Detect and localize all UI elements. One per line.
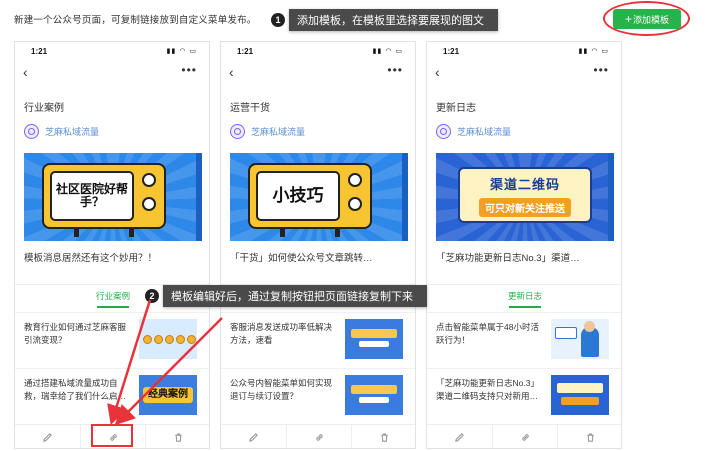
account-row: 芝麻私域流量 <box>436 122 511 140</box>
banner-text: 小技巧 <box>256 171 340 221</box>
account-avatar-icon <box>230 123 245 139</box>
card-actions <box>221 424 415 448</box>
more-icon[interactable]: ••• <box>181 63 197 77</box>
template-card-operations[interactable]: 1:21 ▮▮ ◠ ▭ ‹ ••• 运营干货 芝麻私域流量 小技巧 「干货」如何… <box>220 41 416 449</box>
list-item-thumbnail <box>551 375 609 415</box>
tab-underline <box>509 306 541 308</box>
phone-nav-bar: ‹ ••• <box>221 62 415 84</box>
pencil-icon <box>42 433 52 442</box>
account-name: 芝麻私域流量 <box>251 126 306 137</box>
list-item-thumbnail <box>345 375 403 415</box>
list-item-thumbnail <box>139 319 197 359</box>
list-item-thumbnail <box>345 319 403 359</box>
list-item[interactable]: 教育行业如何通过芝麻客服引流变现？ <box>15 312 209 368</box>
tv-illustration: 社区医院好帮手？ <box>42 163 166 237</box>
page-title: 运营干货 <box>230 103 270 114</box>
list-item-thumbnail: 经典案例 <box>139 375 197 415</box>
template-card-changelog[interactable]: 1:21 ▮▮ ◠ ▭ ‹ ••• 更新日志 芝麻私域流量 渠道二维码 可只对新… <box>426 41 622 449</box>
article-banner[interactable]: 小技巧 <box>230 153 408 241</box>
next-banner-peek <box>196 153 202 241</box>
tv-illustration: 小技巧 <box>248 163 372 237</box>
list-item-text: 客服消息发送成功率低解决方法，速看 <box>230 322 333 345</box>
phone-status-bar: 1:21 ▮▮ ◠ ▭ <box>15 42 209 60</box>
phone-status-bar: 1:21 ▮▮ ◠ ▭ <box>427 42 621 60</box>
status-time: 1:21 <box>443 47 460 56</box>
delete-button[interactable] <box>558 425 621 448</box>
delete-button[interactable] <box>352 425 415 448</box>
more-icon[interactable]: ••• <box>387 63 403 77</box>
signal-icons: ▮▮ ◠ ▭ <box>578 48 609 55</box>
back-chevron-icon[interactable]: ‹ <box>435 64 440 80</box>
edit-button[interactable] <box>15 425 81 448</box>
banner-line-2: 可只对新关注推送 <box>479 197 571 217</box>
pencil-icon <box>248 433 258 442</box>
tab-label[interactable]: 更新日志 <box>427 290 621 302</box>
banner-text-box: 渠道二维码 可只对新关注推送 <box>458 167 592 223</box>
edit-button[interactable] <box>427 425 493 448</box>
add-template-label: 添加模板 <box>633 14 670 25</box>
article-banner[interactable]: 渠道二维码 可只对新关注推送 <box>436 153 614 241</box>
thumbnail-text: 经典案例 <box>143 387 193 403</box>
list-item-text: 教育行业如何通过芝麻客服引流变现？ <box>24 322 127 345</box>
back-chevron-icon[interactable]: ‹ <box>229 64 234 80</box>
banner-title[interactable]: 「芝麻功能更新日志No.3」渠道… <box>436 250 614 264</box>
plus-icon: + <box>624 12 632 26</box>
delete-button[interactable] <box>146 425 209 448</box>
account-row: 芝麻私域流量 <box>230 122 305 140</box>
edit-button[interactable] <box>221 425 287 448</box>
step-badge-1: 1 <box>271 13 285 27</box>
phone-nav-bar: ‹ ••• <box>427 62 621 84</box>
trash-icon <box>587 433 594 442</box>
qr-banner-bg: 渠道二维码 可只对新关注推送 <box>436 153 614 241</box>
account-row: 芝麻私域流量 <box>24 122 99 140</box>
status-time: 1:21 <box>237 47 254 56</box>
list-item[interactable]: 公众号内智能菜单如何实现退订与续订设置？ <box>221 368 415 424</box>
account-avatar-icon <box>24 123 39 139</box>
list-item-text: 「芝麻功能更新日志No.3」渠道二维码支持只对新用… <box>436 378 539 401</box>
list-item-thumbnail <box>551 319 609 359</box>
banner-line-1: 渠道二维码 <box>489 176 560 192</box>
link-icon <box>315 434 323 441</box>
next-banner-peek <box>608 153 614 241</box>
page-title: 更新日志 <box>436 103 476 114</box>
banner-title[interactable]: 「干货」如何使公众号文章跳转… <box>230 250 408 264</box>
account-name: 芝麻私域流量 <box>457 126 512 137</box>
page-title: 行业案例 <box>24 103 64 114</box>
article-banner[interactable]: 社区医院好帮手？ <box>24 153 202 241</box>
banner-title[interactable]: 模板消息居然还有这个妙用？！ <box>24 250 202 264</box>
callout-add-template: 添加模板，在模板里选择要展现的图文 <box>289 9 498 31</box>
list-item[interactable]: 点击智能菜单属于48小时活跃行为！ <box>427 312 621 368</box>
intro-text: 新建一个公众号页面，可复制链接放到自定义菜单发布。 <box>14 15 257 26</box>
list-item-text: 点击智能菜单属于48小时活跃行为！ <box>436 322 539 345</box>
card-actions <box>427 424 621 448</box>
list-item-text: 公众号内智能菜单如何实现退订与续订设置？ <box>230 378 333 401</box>
tab-underline <box>97 306 129 308</box>
pencil-icon <box>454 433 464 442</box>
copy-link-button[interactable] <box>493 425 559 448</box>
next-banner-peek <box>402 153 408 241</box>
list-item[interactable]: 客服消息发送成功率低解决方法，速看 <box>221 312 415 368</box>
banner-text: 社区医院好帮手？ <box>50 171 134 221</box>
more-icon[interactable]: ••• <box>593 63 609 77</box>
link-icon <box>521 434 529 441</box>
back-chevron-icon[interactable]: ‹ <box>23 64 28 80</box>
step-badge-2: 2 <box>145 289 159 303</box>
add-template-button[interactable]: + 添加模板 <box>613 9 681 29</box>
list-item[interactable]: 通过搭建私域流量成功自救，瑞幸给了我们什么启… 经典案例 <box>15 368 209 424</box>
trash-icon <box>381 433 388 442</box>
signal-icons: ▮▮ ◠ ▭ <box>166 48 197 55</box>
account-name: 芝麻私域流量 <box>45 126 100 137</box>
phone-status-bar: 1:21 ▮▮ ◠ ▭ <box>221 42 415 60</box>
list-item[interactable]: 「芝麻功能更新日志No.3」渠道二维码支持只对新用… <box>427 368 621 424</box>
copy-link-highlight <box>91 424 133 447</box>
trash-icon <box>175 433 182 442</box>
phone-nav-bar: ‹ ••• <box>15 62 209 84</box>
signal-icons: ▮▮ ◠ ▭ <box>372 48 403 55</box>
copy-link-button[interactable] <box>287 425 353 448</box>
list-item-text: 通过搭建私域流量成功自救，瑞幸给了我们什么启… <box>24 378 127 401</box>
template-card-industry[interactable]: 1:21 ▮▮ ◠ ▭ ‹ ••• 行业案例 芝麻私域流量 社区医院好帮手？ 模… <box>14 41 210 449</box>
account-avatar-icon <box>436 123 451 139</box>
status-time: 1:21 <box>31 47 48 56</box>
callout-copy-link: 模板编辑好后，通过复制按钮把页面链接复制下来 <box>163 285 427 307</box>
